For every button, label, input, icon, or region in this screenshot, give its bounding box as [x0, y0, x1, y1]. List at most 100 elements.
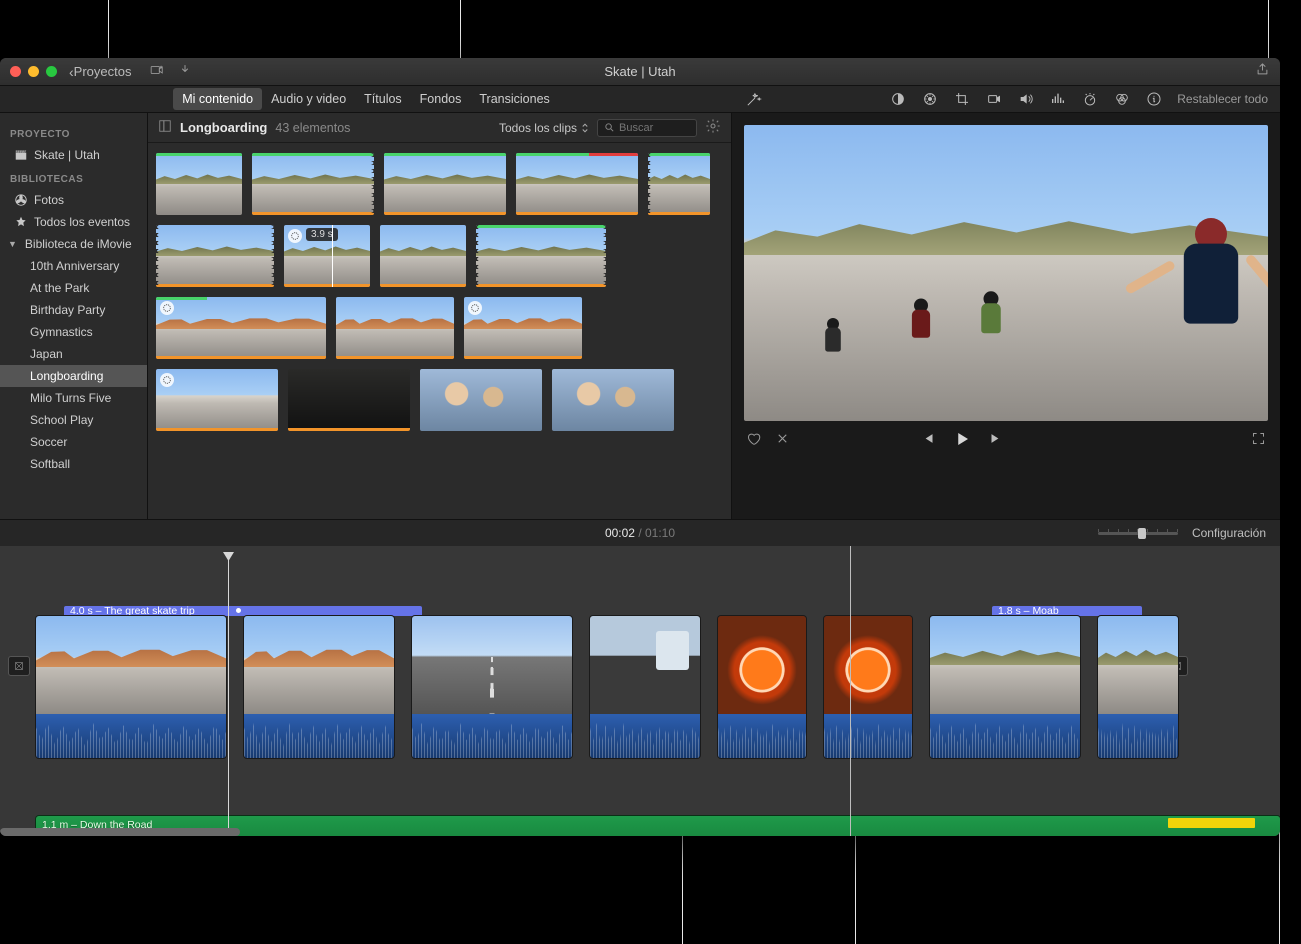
sidebar-project-item[interactable]: Skate | Utah — [0, 144, 147, 166]
figure — [1168, 218, 1254, 362]
timeline-playhead[interactable] — [228, 552, 229, 836]
sidebar-photos[interactable]: Fotos — [0, 189, 147, 211]
timeline-video-clip[interactable] — [590, 616, 700, 758]
browser-clip[interactable] — [552, 369, 674, 431]
color-correction-button[interactable] — [921, 90, 939, 108]
magic-wand-button[interactable] — [744, 90, 762, 108]
browser-view-toggle[interactable] — [158, 119, 172, 136]
browser-clips-grid[interactable]: 3.9 s — [148, 143, 731, 519]
zoom-slider[interactable] — [1098, 532, 1178, 535]
browser-filter-dropdown[interactable]: Todos los clips — [499, 121, 589, 135]
color-balance-button[interactable] — [889, 90, 907, 108]
browser-clip[interactable] — [384, 153, 506, 215]
sidebar-event-item[interactable]: At the Park — [0, 277, 147, 299]
speed-button[interactable] — [1081, 90, 1099, 108]
minimize-window-button[interactable] — [28, 66, 39, 77]
prev-frame-button[interactable] — [920, 431, 935, 449]
browser-clip[interactable] — [288, 369, 410, 431]
sidebar-all-events[interactable]: Todos los eventos — [0, 211, 147, 233]
tab-titles[interactable]: Títulos — [355, 88, 411, 110]
fullscreen-button[interactable] — [1251, 431, 1266, 449]
timeline-video-clip[interactable] — [930, 616, 1080, 758]
browser-clip[interactable] — [648, 153, 710, 215]
fullscreen-window-button[interactable] — [46, 66, 57, 77]
clapperboard-icon — [14, 148, 28, 162]
timeline-title-clip[interactable]: 4.0 s – The great skate trip — [64, 606, 422, 616]
reset-all-button[interactable]: Restablecer todo — [1177, 92, 1268, 106]
info-button[interactable] — [1145, 90, 1163, 108]
timeline-video-clip[interactable] — [1098, 616, 1178, 758]
browser-clip[interactable] — [252, 153, 374, 215]
sidebar-event-item[interactable]: Birthday Party — [0, 299, 147, 321]
preview-viewer — [732, 113, 1280, 519]
disclosure-triangle-icon[interactable]: ▼ — [8, 239, 17, 249]
callout-line — [682, 836, 683, 944]
sidebar-header-project: PROYECTO — [0, 121, 147, 144]
browser-clip[interactable] — [156, 225, 274, 287]
next-frame-button[interactable] — [989, 431, 1004, 449]
browser-clip[interactable] — [336, 297, 454, 359]
tab-my-content[interactable]: Mi contenido — [173, 88, 262, 110]
favorite-button[interactable] — [746, 431, 761, 449]
figure — [817, 318, 849, 372]
timeline-video-clip[interactable] — [824, 616, 912, 758]
app-window: ‹ Proyectos Skate | Utah Mi contenido Au… — [0, 58, 1280, 836]
sidebar-event-item[interactable]: School Play — [0, 409, 147, 431]
preview-viewport[interactable] — [744, 125, 1268, 421]
browser-search-input[interactable] — [619, 122, 679, 134]
browser-settings-button[interactable] — [705, 118, 721, 137]
timeline-video-clip[interactable] — [718, 616, 806, 758]
tab-audio-video[interactable]: Audio y video — [262, 88, 355, 110]
browser-clip[interactable] — [464, 297, 582, 359]
sidebar-event-item[interactable]: Soccer — [0, 431, 147, 453]
sidebar-event-item[interactable]: Milo Turns Five — [0, 387, 147, 409]
transition-marker[interactable] — [8, 656, 30, 676]
sidebar-event-item[interactable]: Japan — [0, 343, 147, 365]
timeline-video-clip[interactable] — [244, 616, 394, 758]
timeline[interactable]: 4.0 s – The great skate trip 1.8 s – Moab… — [0, 546, 1280, 836]
sidebar-header-libraries: BIBLIOTECAS — [0, 166, 147, 189]
timeline-title-clip[interactable]: 1.8 s – Moab — [992, 606, 1142, 616]
reject-button[interactable] — [775, 431, 790, 449]
zoom-thumb[interactable] — [1138, 528, 1146, 539]
timeline-video-clip[interactable] — [412, 616, 572, 758]
projects-back-button[interactable]: ‹ Proyectos — [69, 64, 131, 80]
sidebar-event-item[interactable]: Longboarding — [0, 365, 147, 387]
figure — [902, 299, 940, 362]
share-button[interactable] — [1255, 62, 1270, 81]
sidebar-event-item[interactable]: Softball — [0, 453, 147, 475]
volume-button[interactable] — [1017, 90, 1035, 108]
noise-reduction-button[interactable] — [1049, 90, 1067, 108]
browser-clip[interactable] — [156, 297, 326, 359]
star-icon — [14, 215, 28, 229]
close-window-button[interactable] — [10, 66, 21, 77]
total-duration: 01:10 — [645, 526, 675, 540]
browser-clip[interactable] — [420, 369, 542, 431]
browser-clip[interactable] — [380, 225, 466, 287]
browser-clip[interactable] — [156, 153, 242, 215]
browser-filter-label: Todos los clips — [499, 121, 577, 135]
stabilize-button[interactable] — [985, 90, 1003, 108]
processing-badge-icon — [160, 301, 174, 315]
timeline-video-track[interactable] — [36, 616, 1280, 776]
browser-clip[interactable] — [516, 153, 638, 215]
import-media-button[interactable] — [149, 63, 165, 80]
sidebar-event-list: 10th AnniversaryAt the ParkBirthday Part… — [0, 255, 147, 475]
sidebar-imovie-library[interactable]: ▼ Biblioteca de iMovie — [0, 233, 147, 255]
timeline-horizontal-scrollbar[interactable] — [0, 828, 240, 836]
sidebar-event-item[interactable]: 10th Anniversary — [0, 255, 147, 277]
tab-backgrounds[interactable]: Fondos — [411, 88, 471, 110]
clip-playhead — [332, 225, 333, 287]
browser-clip[interactable] — [476, 225, 606, 287]
play-button[interactable] — [953, 430, 971, 451]
download-arrow-button[interactable] — [179, 63, 191, 80]
tab-transitions[interactable]: Transiciones — [470, 88, 558, 110]
browser-search-field[interactable] — [597, 119, 697, 137]
browser-clip[interactable] — [156, 369, 278, 431]
sidebar-event-item[interactable]: Gymnastics — [0, 321, 147, 343]
browser-clip[interactable]: 3.9 s — [284, 225, 370, 287]
crop-button[interactable] — [953, 90, 971, 108]
filter-button[interactable] — [1113, 90, 1131, 108]
clip-audio-waveform — [244, 714, 394, 758]
timeline-video-clip[interactable] — [36, 616, 226, 758]
